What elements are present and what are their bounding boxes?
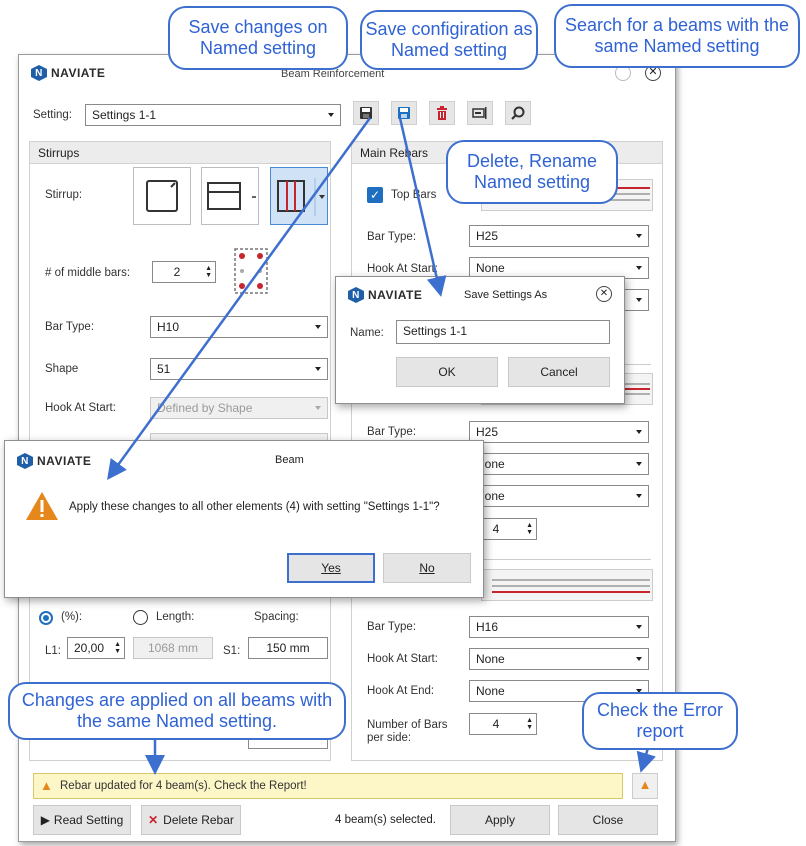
arrow-to-error-report [636,747,656,773]
arrow-save-to-beam [107,117,372,481]
callout-changes-applied: Changes are applied on all beams with th… [8,682,346,740]
arrow-saveas-to-dialog [398,117,447,297]
callout-search: Search for a beams with the same Named s… [554,4,800,68]
callout-delete-rename: Delete, Rename Named setting [446,140,618,204]
callout-save-config: Save configiration as Named setting [360,10,538,70]
callout-save-changes: Save changes on Named setting [168,6,348,70]
callout-error-report: Check the Error report [582,692,738,750]
